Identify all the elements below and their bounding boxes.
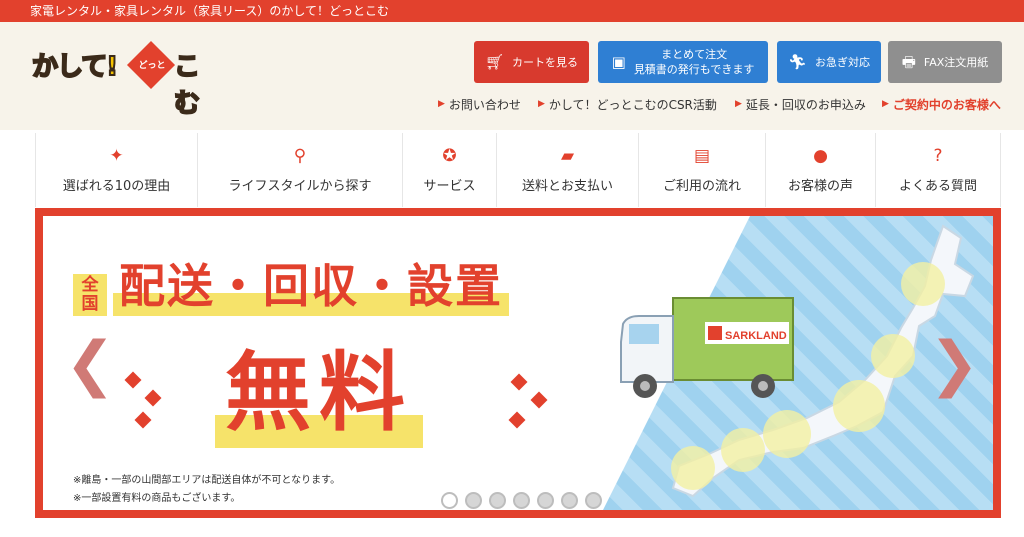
- slide-dot[interactable]: [537, 492, 554, 509]
- arrow-right-icon: ▶: [882, 99, 889, 109]
- logo-text-dotto: どっと: [138, 61, 166, 71]
- csr-link[interactable]: ▶ かして！どっとこむのCSR活動: [538, 95, 717, 113]
- headline-delivery-pickup-install: 配送・回収・設置: [113, 256, 509, 316]
- site-tagline: 家電レンタル・家具レンタル（家具リース）のかして！どっとこむ: [30, 4, 390, 18]
- arrow-right-icon: ▶: [735, 99, 742, 109]
- contact-link[interactable]: ▶ お問い合わせ: [438, 95, 521, 113]
- urgent-service-label: お急ぎ対応: [815, 55, 871, 69]
- hero-banner[interactable]: 全国 配送・回収・設置 無料 SARKLAND ※離島・一部の山間部エリアは配送…: [35, 208, 1001, 518]
- hero-slide: 全国 配送・回収・設置 無料 SARKLAND ※離島・一部の山間部エリアは配送…: [43, 216, 993, 510]
- nav-item-lifestyle-search[interactable]: ⚲ ライフスタイルから探す: [198, 133, 403, 207]
- installation-fee-note: ※一部設置有料の商品もございます。: [73, 493, 241, 504]
- decorative-diamond: [508, 411, 526, 429]
- fax-order-label: FAX注文用紙: [923, 55, 989, 69]
- slide-dot[interactable]: [465, 492, 482, 509]
- decorative-diamond: [510, 373, 528, 391]
- logo-text-comu: こむ: [173, 51, 201, 120]
- truck-icon: ▰: [560, 145, 575, 166]
- remote-area-note: ※離島・一部の山間部エリアは配送自体が不可となります。: [73, 475, 341, 486]
- ribbon-icon: ✪: [442, 145, 457, 166]
- cart-icon: 🛒︎: [484, 52, 505, 71]
- nav-item-reasons[interactable]: ✦ 選ばれる10の理由: [36, 133, 198, 207]
- bulk-order-label: まとめて注文 見積書の発行もできます: [633, 48, 755, 76]
- printer-icon: 🖶︎: [901, 52, 916, 71]
- slide-pagination: [441, 492, 602, 509]
- sparkle-icon: ✦: [109, 145, 124, 166]
- question-icon: ?: [933, 145, 943, 166]
- running-person-icon: 🏃︎: [787, 52, 808, 71]
- nationwide-label: 全国: [73, 274, 107, 316]
- arrow-right-icon: ▶: [538, 99, 545, 109]
- current-customers-link[interactable]: ▶ ご契約中のお客様へ: [882, 95, 1001, 113]
- site-logo[interactable]: かして! どっと こむ: [31, 40, 222, 120]
- delivery-truck-illustration: SARKLAND: [620, 297, 794, 398]
- view-cart-button[interactable]: 🛒︎ カートを見る: [474, 41, 589, 83]
- slide-dot[interactable]: [585, 492, 602, 509]
- chat-icon: ●: [813, 145, 828, 166]
- slide-dot[interactable]: [489, 492, 506, 509]
- decorative-diamond: [144, 389, 162, 407]
- site-header: かして! どっと こむ 🛒︎ カートを見る ▣ まとめて注文 見積書の発行もできま…: [0, 22, 1024, 130]
- slide-dot[interactable]: [561, 492, 578, 509]
- nav-item-service[interactable]: ✪ サービス: [403, 133, 497, 207]
- view-cart-label: カートを見る: [512, 55, 579, 69]
- clipboard-icon: ▤: [693, 145, 711, 166]
- top-bar: 家電レンタル・家具レンタル（家具リース）のかして！どっとこむ: [0, 0, 1024, 22]
- fax-order-form-button[interactable]: 🖶︎ FAX注文用紙: [888, 41, 1002, 83]
- bulk-order-estimate-button[interactable]: ▣ まとめて注文 見積書の発行もできます: [598, 41, 768, 83]
- logo-text-kashite: かして!: [31, 51, 119, 83]
- nav-item-shipping-payment[interactable]: ▰ 送料とお支払い: [497, 133, 639, 207]
- next-slide-chevron-icon[interactable]: ❯: [929, 334, 979, 394]
- decorative-diamond: [134, 411, 152, 429]
- search-icon: ⚲: [293, 145, 307, 166]
- arrow-right-icon: ▶: [438, 99, 445, 109]
- urgent-service-button[interactable]: 🏃︎ お急ぎ対応: [777, 41, 881, 83]
- headline-free: 無料: [215, 338, 423, 448]
- slide-dot[interactable]: [441, 492, 458, 509]
- decorative-diamond: [124, 371, 142, 389]
- shopping-bag-icon: ▣: [611, 52, 626, 71]
- truck-brand-text: SARKLAND: [725, 330, 787, 342]
- headline-row: 全国 配送・回収・設置: [73, 256, 509, 316]
- nav-item-customer-voices[interactable]: ● お客様の声: [766, 133, 876, 207]
- extension-pickup-link[interactable]: ▶ 延長・回収のお申込み: [735, 95, 866, 113]
- nav-item-usage-flow[interactable]: ▤ ご利用の流れ: [639, 133, 766, 207]
- nav-item-faq[interactable]: ? よくある質問: [876, 133, 1001, 207]
- main-nav: ✦ 選ばれる10の理由 ⚲ ライフスタイルから探す ✪ サービス ▰ 送料とお支払い ▤…: [35, 133, 1001, 207]
- slide-dot[interactable]: [513, 492, 530, 509]
- decorative-diamond: [530, 391, 548, 409]
- previous-slide-chevron-icon[interactable]: ❮: [65, 334, 115, 394]
